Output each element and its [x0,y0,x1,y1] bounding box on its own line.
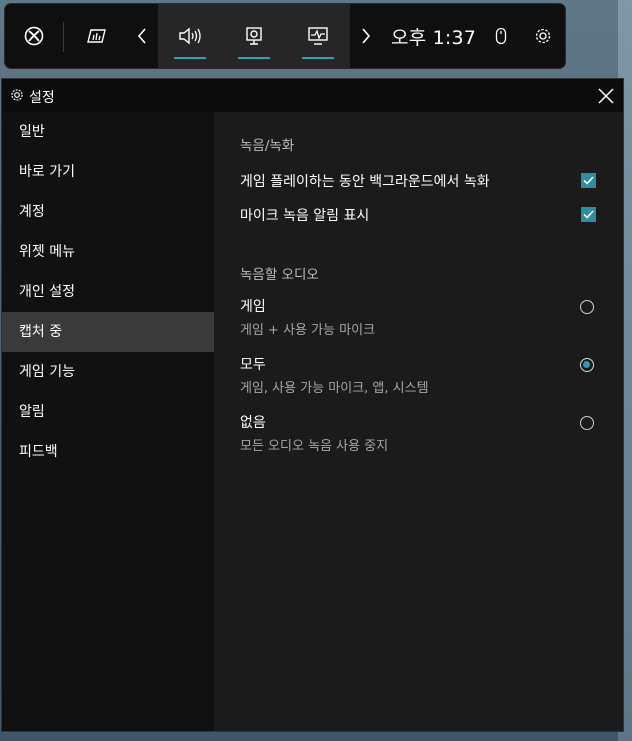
audio-choice-all-desc: 게임, 사용 가능 마이크, 앱, 시스템 [240,381,429,396]
audio-choice-game-label: 게임 [240,299,266,315]
nav-item-notifications[interactable]: 알림 [2,392,214,432]
nav-item-feedback[interactable]: 피드백 [2,432,214,472]
topbar-divider [63,22,64,52]
audio-choice-none-radio[interactable] [580,416,594,430]
settings-gear-icon [10,88,24,102]
background-record-checkbox[interactable] [581,173,596,188]
settings-nav: 일반 바로 가기 계정 위젯 메뉴 개인 설정 캡처 중 게임 기능 알림 피드… [2,112,214,731]
settings-gear-icon[interactable] [532,4,554,68]
nav-item-gaming-features[interactable]: 게임 기능 [2,352,214,392]
nav-item-general[interactable]: 일반 [2,112,214,152]
option-background-record-label: 게임 플레이하는 동안 백그라운드에서 녹화 [240,174,490,190]
active-indicator [238,57,270,59]
option-mic-notify-label: 마이크 녹음 알림 표시 [240,208,370,224]
mic-notify-checkbox[interactable] [581,207,596,222]
audio-choice-game-radio[interactable] [580,300,594,314]
game-bar: 오후 1:37 [5,4,565,68]
audio-widget-button[interactable] [172,4,208,68]
monitor-performance-icon [308,27,328,45]
nav-item-personalization[interactable]: 개인 설정 [2,272,214,312]
audio-choice-all-label: 모두 [240,357,266,373]
close-button[interactable] [595,85,617,107]
mouse-icon[interactable] [492,4,510,68]
active-indicator [174,57,206,59]
close-icon [598,88,614,104]
nav-item-shortcuts[interactable]: 바로 가기 [2,152,214,192]
section-title-recording: 녹음/녹화 [240,138,295,154]
chevron-right-icon[interactable] [357,4,375,68]
active-indicator [302,57,334,59]
webcam-icon [246,27,262,45]
xbox-logo-icon[interactable] [21,4,47,68]
nav-item-capturing[interactable]: 캡처 중 [2,312,214,352]
widget-menu-icon[interactable] [83,4,109,68]
checkmark-icon [583,210,594,219]
window-title: 설정 [29,90,55,106]
widget-group [158,4,350,68]
audio-choice-none-label: 없음 [240,415,266,431]
nav-item-widget-menu[interactable]: 위젯 메뉴 [2,232,214,272]
audio-choice-game-desc: 게임 + 사용 가능 마이크 [240,323,376,338]
performance-widget-button[interactable] [300,4,336,68]
speaker-icon [179,27,201,45]
settings-content: 녹음/녹화 게임 플레이하는 동안 백그라운드에서 녹화 마이크 녹음 알림 표… [214,112,623,731]
audio-choice-all-radio[interactable] [580,358,594,372]
clock: 오후 1:37 [391,26,477,49]
nav-item-accounts[interactable]: 계정 [2,192,214,232]
section-title-audio: 녹음할 오디오 [240,267,319,283]
checkmark-icon [583,176,594,185]
chevron-left-icon[interactable] [133,4,151,68]
capture-widget-button[interactable] [236,4,272,68]
audio-choice-none-desc: 모든 오디오 녹음 사용 중지 [240,439,389,454]
settings-window: 설정 일반 바로 가기 계정 위젯 메뉴 개인 설정 캡처 중 게임 기능 알림… [2,79,623,731]
title-bar: 설정 [2,79,623,112]
